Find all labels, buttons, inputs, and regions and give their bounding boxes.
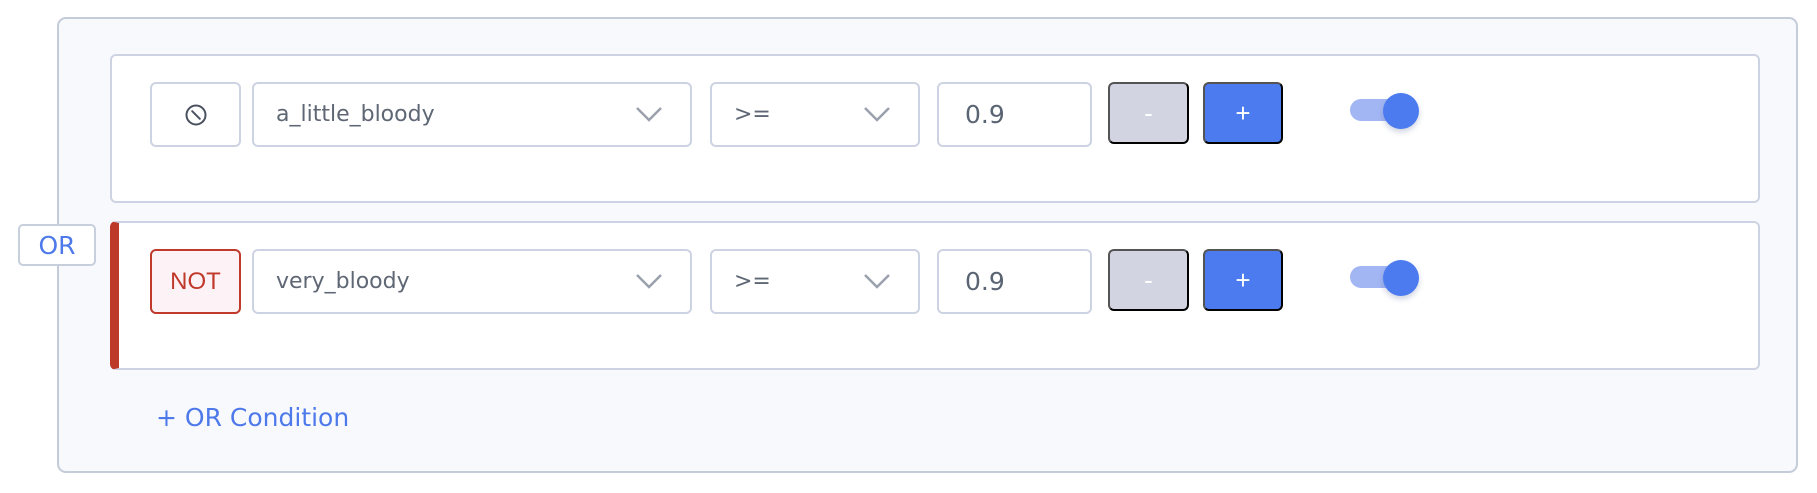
enable-toggle[interactable] [1342,257,1419,297]
negate-toggle-button[interactable]: NOT [150,249,241,314]
negate-toggle-button[interactable] [150,82,241,147]
field-select-value: very_bloody [276,269,410,294]
chevron-down-icon [864,274,890,289]
group-operator-badge[interactable]: OR [18,224,96,266]
operator-select[interactable]: >= [710,82,920,147]
chevron-down-icon [864,107,890,122]
operator-select[interactable]: >= [710,249,920,314]
condition-row: a_little_bloody >= 0.9 - + [110,54,1760,203]
condition-row: NOT very_bloody >= 0.9 - + [110,221,1760,370]
threshold-input[interactable]: 0.9 [937,82,1092,147]
decrement-button[interactable]: - [1108,82,1189,144]
increment-button[interactable]: + [1203,249,1283,311]
threshold-input[interactable]: 0.9 [937,249,1092,314]
field-select-value: a_little_bloody [276,102,435,127]
toggle-knob [1383,93,1419,129]
chevron-down-icon [636,274,662,289]
no-symbol-icon [185,104,206,125]
toggle-knob [1383,260,1419,296]
chevron-down-icon [636,107,662,122]
operator-select-value: >= [734,102,771,127]
increment-button[interactable]: + [1203,82,1283,144]
add-or-condition-link[interactable]: + OR Condition [156,403,349,432]
decrement-button[interactable]: - [1108,249,1189,311]
enable-toggle[interactable] [1342,90,1419,130]
operator-select-value: >= [734,269,771,294]
field-select[interactable]: a_little_bloody [252,82,692,147]
field-select[interactable]: very_bloody [252,249,692,314]
